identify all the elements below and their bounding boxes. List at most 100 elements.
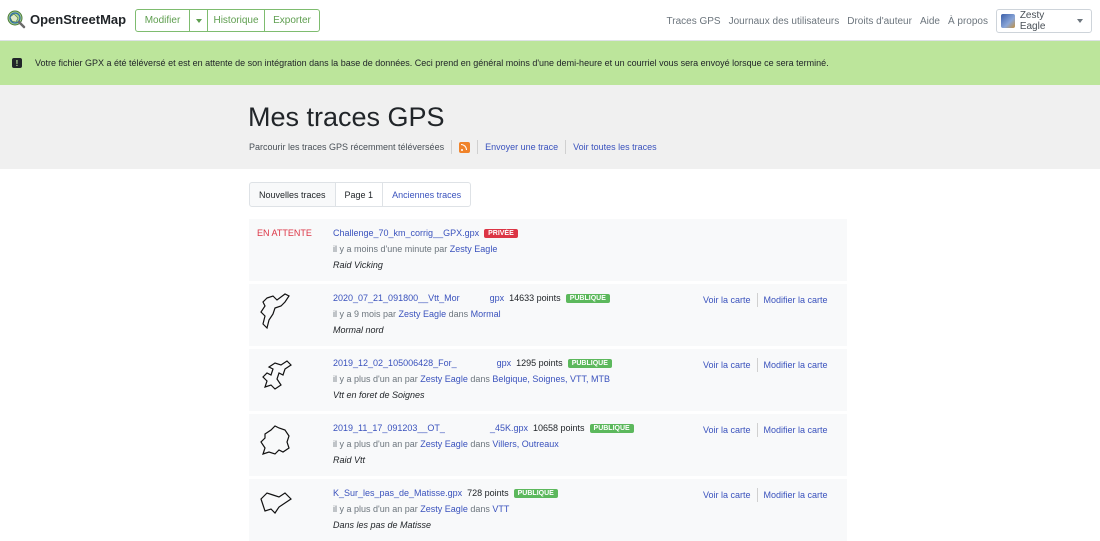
trace-meta: il y a moins d'une minute par Zesty Eagl…	[333, 244, 497, 254]
trace-meta: il y a 9 mois par Zesty Eagle dans Morma…	[333, 309, 501, 319]
trace-name-link[interactable]: 2020_07_21_091800__Vtt_Mor gpx	[333, 293, 504, 303]
trace-name-link[interactable]: K_Sur_les_pas_de_Matisse.gpx	[333, 488, 462, 498]
trace-tags-prefix: dans	[470, 439, 490, 449]
trace-row: EN ATTENTE Challenge_70_km_corrig__GPX.g…	[249, 219, 847, 281]
trace-user-link[interactable]: Zesty Eagle	[420, 374, 468, 384]
export-button[interactable]: Exporter	[264, 9, 320, 32]
track-thumbnail-icon[interactable]	[255, 290, 295, 332]
divider	[756, 488, 758, 502]
trace-row: K_Sur_les_pas_de_Matisse.gpx 728 points …	[249, 479, 847, 541]
track-thumbnail-icon[interactable]	[255, 355, 295, 397]
trace-user-link[interactable]: Zesty Eagle	[450, 244, 498, 254]
osm-logo-icon	[7, 10, 26, 29]
nav-about[interactable]: À propos	[948, 16, 988, 27]
trace-tags-link[interactable]: VTT	[492, 504, 509, 514]
dropdown-caret-icon	[195, 18, 202, 23]
page-header: Mes traces GPS Parcourir les traces GPS …	[0, 85, 1100, 169]
edit-map-link[interactable]: Modifier la carte	[764, 490, 828, 500]
trace-actions: Voir la carte Modifier la carte	[703, 488, 828, 502]
trace-name-link[interactable]: Challenge_70_km_corrig__GPX.gpx	[333, 228, 479, 238]
top-navbar: OpenStreetMap Modifier Historique Export…	[0, 0, 1100, 41]
view-map-link[interactable]: Voir la carte	[703, 360, 751, 370]
logo-text: OpenStreetMap	[30, 11, 127, 27]
trace-name-link[interactable]: 2019_11_17_091203__OT_ _45K.gpx	[333, 423, 528, 433]
visibility-badge: PUBLIQUE	[565, 293, 610, 303]
header-subnav: Parcourir les traces GPS récemment télév…	[249, 140, 657, 154]
trace-tags-prefix: dans	[470, 374, 490, 384]
trace-tags-prefix: dans	[470, 504, 490, 514]
trace-meta: il y a plus d'un an par Zesty Eagle dans…	[333, 504, 509, 514]
edit-button-group: Modifier Historique Exporter	[135, 9, 320, 32]
view-map-link[interactable]: Voir la carte	[703, 490, 751, 500]
divider	[756, 293, 758, 307]
user-name: Zesty Eagle	[1019, 10, 1046, 32]
visibility-badge: PRIVÉE	[484, 228, 518, 238]
visibility-badge: PUBLIQUE	[567, 358, 612, 368]
trace-actions: Voir la carte Modifier la carte	[703, 293, 828, 307]
older-traces-link[interactable]: Anciennes traces	[382, 182, 472, 207]
visibility-badge: PUBLIQUE	[589, 423, 634, 433]
trace-points: 1295 points	[516, 358, 563, 368]
trace-description: Dans les pas de Matisse	[333, 520, 432, 530]
trace-description: Vtt en foret de Soignes	[333, 390, 425, 400]
trace-row: 2019_12_02_105006428_For_ gpx 1295 point…	[249, 349, 847, 411]
rss-icon[interactable]	[459, 141, 471, 153]
trace-description: Raid Vtt	[333, 455, 366, 465]
edit-dropdown-button[interactable]	[189, 9, 208, 32]
pagination: Nouvelles traces Page 1 Anciennes traces	[249, 182, 472, 207]
trace-actions: Voir la carte Modifier la carte	[703, 358, 828, 372]
nav-user-diaries[interactable]: Journaux des utilisateurs	[729, 16, 840, 27]
nav-copyright[interactable]: Droits d'auteur	[847, 16, 912, 27]
trace-user-link[interactable]: Zesty Eagle	[420, 439, 468, 449]
trace-points: 14633 points	[509, 293, 561, 303]
upload-trace-link[interactable]: Envoyer une trace	[485, 142, 558, 152]
browse-recent-text: Parcourir les traces GPS récemment télév…	[249, 142, 445, 152]
edit-map-link[interactable]: Modifier la carte	[764, 295, 828, 305]
nav-help[interactable]: Aide	[920, 16, 940, 27]
trace-tags-link[interactable]: Mormal	[471, 309, 501, 319]
divider	[756, 358, 758, 372]
history-button[interactable]: Historique	[207, 9, 265, 32]
trace-time: il y a 9 mois par	[333, 309, 397, 319]
nav-gps-traces[interactable]: Traces GPS	[667, 16, 721, 27]
edit-map-link[interactable]: Modifier la carte	[764, 360, 828, 370]
trace-tags-link[interactable]: Belgique, Soignes, VTT, MTB	[492, 374, 610, 384]
divider	[477, 140, 479, 154]
user-menu-button[interactable]: Zesty Eagle	[996, 9, 1092, 33]
divider	[756, 423, 758, 437]
trace-meta: il y a plus d'un an par Zesty Eagle dans…	[333, 374, 610, 384]
visibility-badge: PUBLIQUE	[513, 488, 558, 498]
trace-time: il y a plus d'un an par	[333, 504, 418, 514]
flash-notice: ! Votre fichier GPX a été téléversé et e…	[0, 41, 1100, 85]
flash-message: Votre fichier GPX a été téléversé et est…	[35, 58, 829, 68]
notice-icon: !	[12, 58, 22, 68]
trace-time: il y a moins d'une minute par	[333, 244, 448, 254]
edit-button[interactable]: Modifier	[135, 9, 190, 32]
track-thumbnail-icon[interactable]	[255, 485, 295, 527]
trace-meta: il y a plus d'un an par Zesty Eagle dans…	[333, 439, 559, 449]
trace-points: 728 points	[467, 488, 509, 498]
user-avatar-icon	[1001, 14, 1015, 28]
trace-tags-link[interactable]: Villers, Outreaux	[492, 439, 558, 449]
trace-actions: Voir la carte Modifier la carte	[703, 423, 828, 437]
trace-row: 2019_11_17_091203__OT_ _45K.gpx 10658 po…	[249, 414, 847, 476]
trace-time: il y a plus d'un an par	[333, 374, 418, 384]
edit-map-link[interactable]: Modifier la carte	[764, 425, 828, 435]
view-map-link[interactable]: Voir la carte	[703, 295, 751, 305]
current-page-tab: Page 1	[334, 182, 384, 207]
trace-tags-prefix: dans	[448, 309, 469, 319]
trace-description: Raid Vicking	[333, 260, 383, 270]
trace-user-link[interactable]: Zesty Eagle	[399, 309, 447, 319]
trace-row: 2020_07_21_091800__Vtt_Mor gpx 14633 poi…	[249, 284, 847, 346]
track-thumbnail-icon[interactable]	[255, 420, 295, 462]
trace-name-link[interactable]: 2019_12_02_105006428_For_ gpx	[333, 358, 511, 368]
osm-logo[interactable]: OpenStreetMap	[6, 9, 126, 29]
trace-points: 10658 points	[532, 423, 585, 433]
view-map-link[interactable]: Voir la carte	[703, 425, 751, 435]
trace-description: Mormal nord	[333, 325, 384, 335]
trace-time: il y a plus d'un an par	[333, 439, 418, 449]
divider	[565, 140, 567, 154]
trace-user-link[interactable]: Zesty Eagle	[420, 504, 468, 514]
all-traces-link[interactable]: Voir toutes les traces	[573, 142, 657, 152]
divider	[451, 140, 453, 154]
